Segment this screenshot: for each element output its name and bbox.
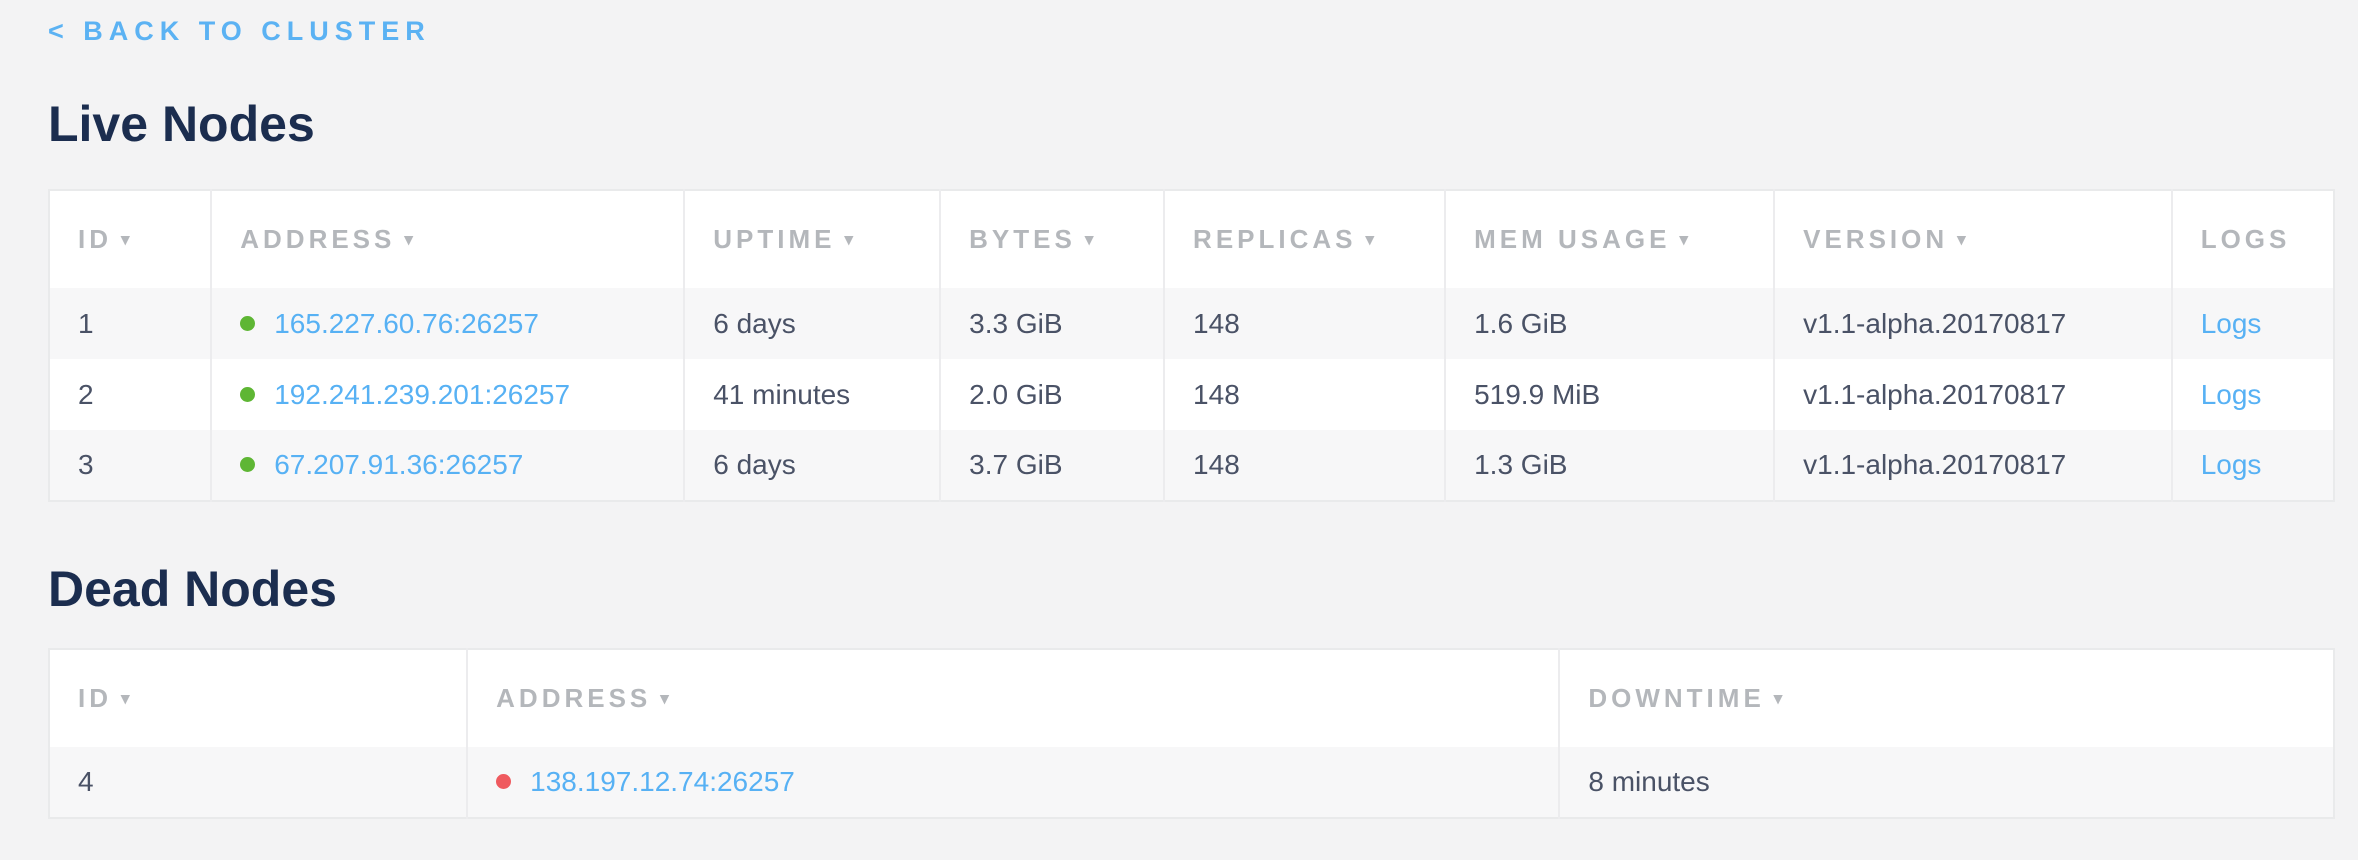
column-header-label: LOGS <box>2201 224 2291 254</box>
sort-arrow-icon: ▾ <box>660 689 669 708</box>
cell-id: 3 <box>49 430 211 501</box>
sort-arrow-icon: ▾ <box>1085 230 1094 249</box>
cell-address: 192.241.239.201:26257 <box>211 359 684 430</box>
cell-bytes: 3.3 GiB <box>940 288 1164 359</box>
sort-arrow-icon: ▾ <box>404 230 413 249</box>
cell-uptime: 41 minutes <box>684 359 940 430</box>
cell-replicas: 148 <box>1164 288 1445 359</box>
dead-nodes-table: ID ▾ ADDRESS ▾ DOWNTIME ▾ 4 138.197.12.74:2… <box>48 648 2335 819</box>
cell-mem-usage: 519.9 MiB <box>1445 359 1774 430</box>
sort-arrow-icon: ▾ <box>1957 230 1966 249</box>
cell-address: 67.207.91.36:26257 <box>211 430 684 501</box>
logs-link[interactable]: Logs <box>2201 449 2262 480</box>
sort-arrow-icon: ▾ <box>121 689 130 708</box>
sort-arrow-icon: ▾ <box>844 230 853 249</box>
column-header-label: ID <box>78 683 112 713</box>
cell-address: 165.227.60.76:26257 <box>211 288 684 359</box>
column-header-address[interactable]: ADDRESS ▾ <box>211 190 684 288</box>
column-header-replicas[interactable]: REPLICAS ▾ <box>1164 190 1445 288</box>
dead-nodes-title: Dead Nodes <box>48 564 2335 614</box>
node-address-link[interactable]: 192.241.239.201:26257 <box>274 379 570 410</box>
table-row: 4 138.197.12.74:26257 8 minutes <box>49 747 2334 818</box>
node-address-link[interactable]: 138.197.12.74:26257 <box>530 766 795 797</box>
dead-status-icon <box>496 774 511 789</box>
cell-version: v1.1-alpha.20170817 <box>1774 430 2172 501</box>
live-nodes-title: Live Nodes <box>48 99 2335 149</box>
live-nodes-table: ID ▾ ADDRESS ▾ UPTIME ▾ BYTES ▾ REPLICAS ▾ ME… <box>48 189 2335 502</box>
cell-version: v1.1-alpha.20170817 <box>1774 288 2172 359</box>
node-address-link[interactable]: 165.227.60.76:26257 <box>274 308 539 339</box>
column-header-bytes[interactable]: BYTES ▾ <box>940 190 1164 288</box>
cell-replicas: 148 <box>1164 359 1445 430</box>
live-status-icon <box>240 387 255 402</box>
column-header-label: VERSION <box>1803 224 1948 254</box>
back-to-cluster-link[interactable]: < BACK TO CLUSTER <box>48 16 431 47</box>
nodes-page: < BACK TO CLUSTER Live Nodes ID ▾ ADDRESS… <box>48 0 2335 819</box>
dead-header-row: ID ▾ ADDRESS ▾ DOWNTIME ▾ <box>49 649 2334 747</box>
column-header-mem-usage[interactable]: MEM USAGE ▾ <box>1445 190 1774 288</box>
cell-id: 1 <box>49 288 211 359</box>
live-status-icon <box>240 457 255 472</box>
sort-arrow-icon: ▾ <box>1366 230 1375 249</box>
cell-logs: Logs <box>2172 359 2334 430</box>
column-header-label: ADDRESS <box>496 683 651 713</box>
cell-replicas: 148 <box>1164 430 1445 501</box>
cell-mem-usage: 1.6 GiB <box>1445 288 1774 359</box>
live-status-icon <box>240 316 255 331</box>
table-row: 1 165.227.60.76:26257 6 days 3.3 GiB 148… <box>49 288 2334 359</box>
cell-version: v1.1-alpha.20170817 <box>1774 359 2172 430</box>
column-header-label: ADDRESS <box>240 224 395 254</box>
column-header-label: UPTIME <box>713 224 835 254</box>
cell-address: 138.197.12.74:26257 <box>467 747 1559 818</box>
cell-logs: Logs <box>2172 430 2334 501</box>
column-header-label: REPLICAS <box>1193 224 1356 254</box>
logs-link[interactable]: Logs <box>2201 379 2262 410</box>
cell-bytes: 2.0 GiB <box>940 359 1164 430</box>
sort-arrow-icon: ▾ <box>121 230 130 249</box>
live-header-row: ID ▾ ADDRESS ▾ UPTIME ▾ BYTES ▾ REPLICAS ▾ ME… <box>49 190 2334 288</box>
column-header-id[interactable]: ID ▾ <box>49 190 211 288</box>
column-header-logs: LOGS <box>2172 190 2334 288</box>
column-header-label: BYTES <box>969 224 1076 254</box>
column-header-label: MEM USAGE <box>1474 224 1670 254</box>
column-header-id[interactable]: ID ▾ <box>49 649 467 747</box>
column-header-label: DOWNTIME <box>1588 683 1764 713</box>
cell-id: 4 <box>49 747 467 818</box>
cell-bytes: 3.7 GiB <box>940 430 1164 501</box>
column-header-downtime[interactable]: DOWNTIME ▾ <box>1559 649 2334 747</box>
sort-arrow-icon: ▾ <box>1679 230 1688 249</box>
cell-uptime: 6 days <box>684 288 940 359</box>
column-header-address[interactable]: ADDRESS ▾ <box>467 649 1559 747</box>
cell-downtime: 8 minutes <box>1559 747 2334 818</box>
table-row: 2 192.241.239.201:26257 41 minutes 2.0 G… <box>49 359 2334 430</box>
cell-uptime: 6 days <box>684 430 940 501</box>
cell-mem-usage: 1.3 GiB <box>1445 430 1774 501</box>
logs-link[interactable]: Logs <box>2201 308 2262 339</box>
table-row: 3 67.207.91.36:26257 6 days 3.7 GiB 148 … <box>49 430 2334 501</box>
column-header-version[interactable]: VERSION ▾ <box>1774 190 2172 288</box>
node-address-link[interactable]: 67.207.91.36:26257 <box>274 449 523 480</box>
cell-logs: Logs <box>2172 288 2334 359</box>
column-header-uptime[interactable]: UPTIME ▾ <box>684 190 940 288</box>
cell-id: 2 <box>49 359 211 430</box>
sort-arrow-icon: ▾ <box>1774 689 1783 708</box>
column-header-label: ID <box>78 224 112 254</box>
